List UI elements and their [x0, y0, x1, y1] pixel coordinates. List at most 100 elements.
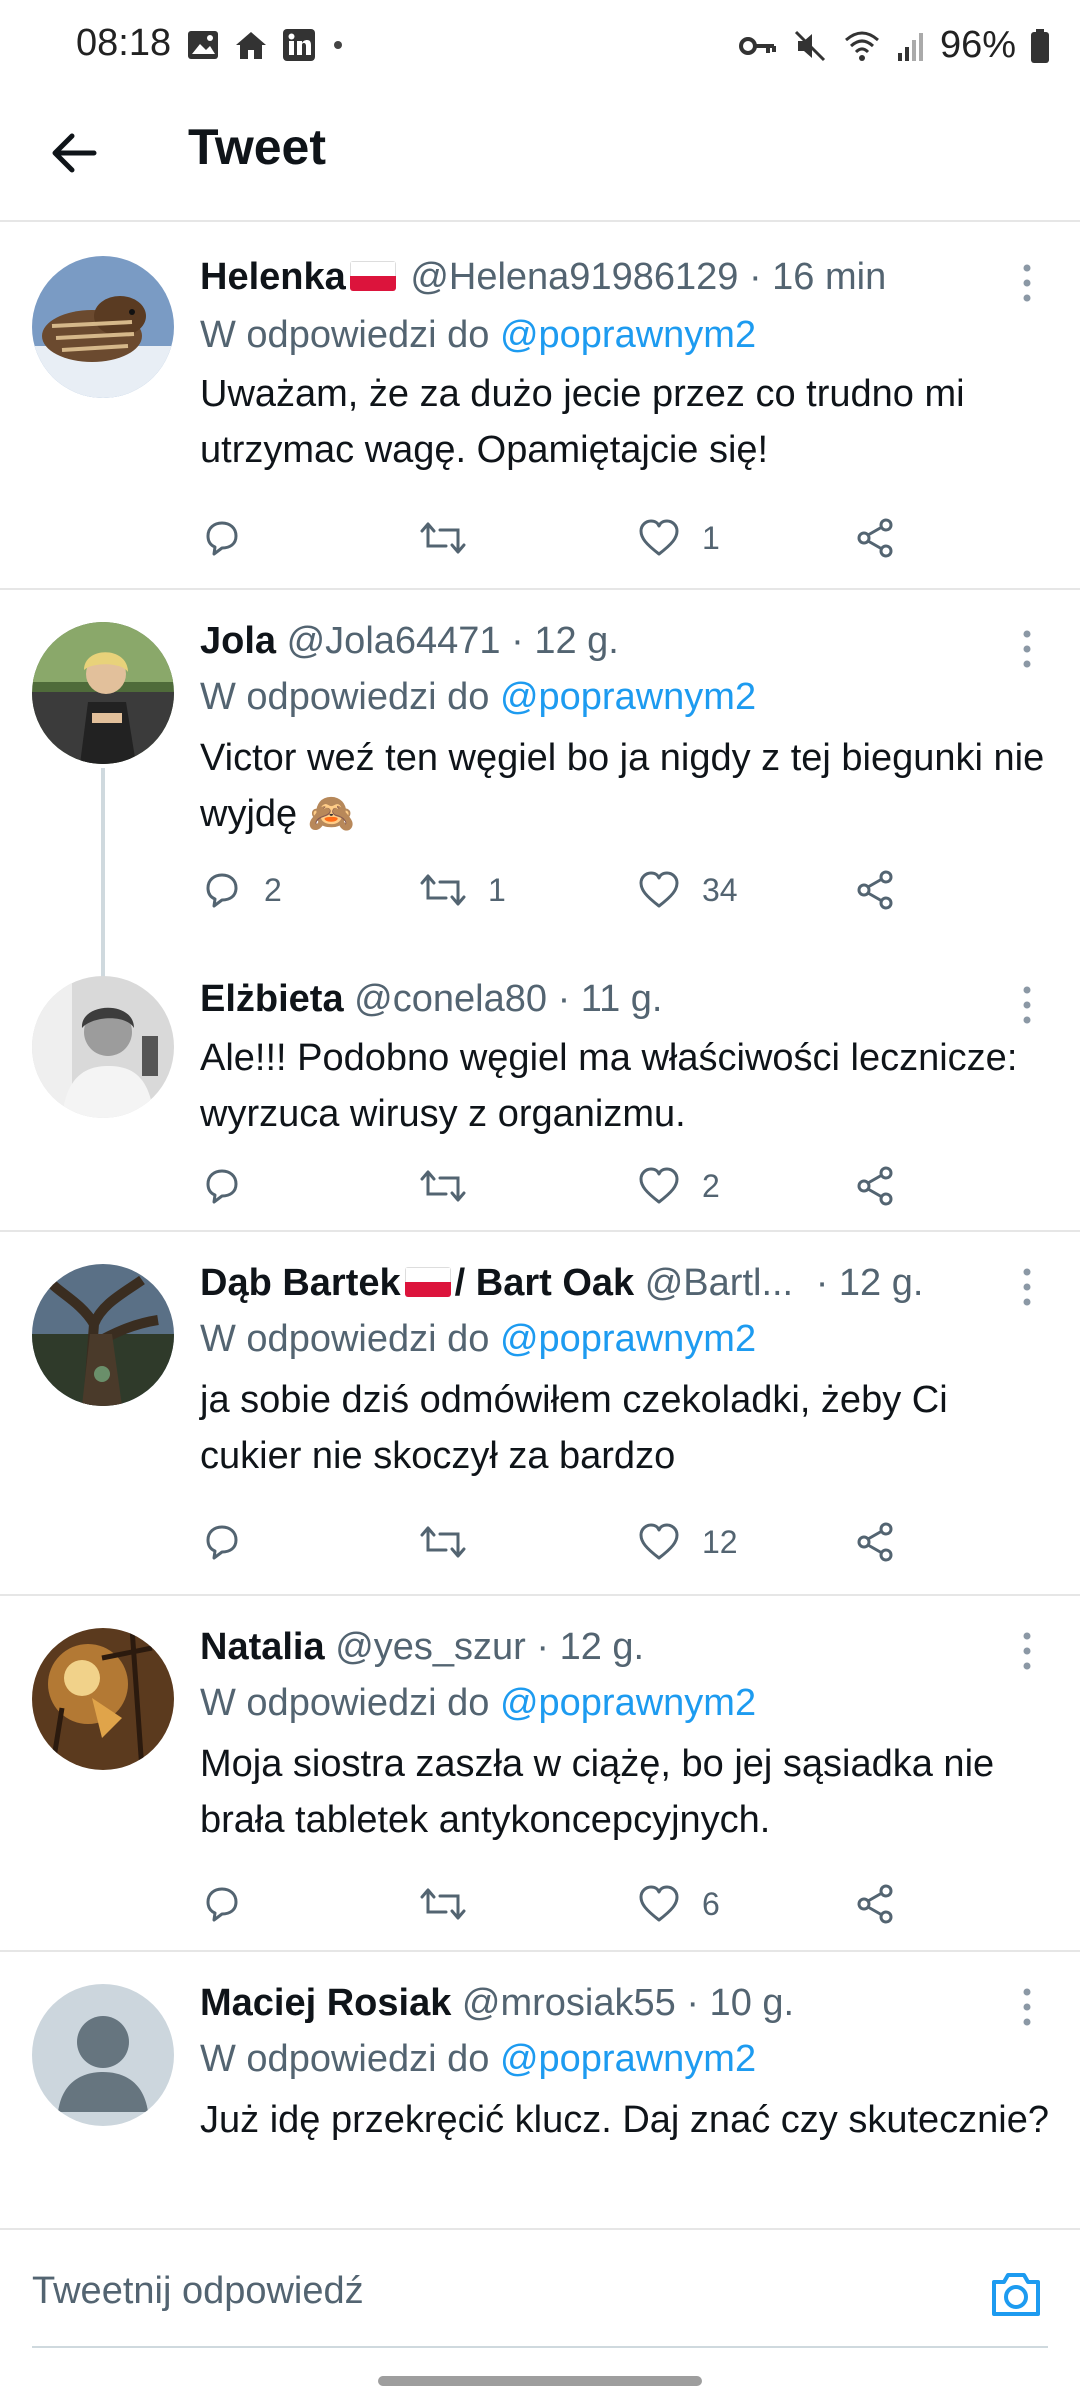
camera-icon[interactable]: [986, 2264, 1046, 2324]
heart-icon: [639, 871, 679, 908]
tweet-text: Moja siostra zaszła w ciążę, bo jej sąsi…: [200, 1743, 995, 1841]
retweet-icon: [420, 1888, 466, 1920]
tweet-time: · 12 g.: [536, 1626, 645, 1668]
status-time: 08:18: [76, 22, 172, 64]
retweet-button[interactable]: 1: [418, 860, 506, 920]
reply-composer: Tweetnij odpowiedź: [0, 2228, 1080, 2360]
mute-icon: [794, 30, 825, 61]
more-options-icon[interactable]: [1012, 1262, 1042, 1312]
retweet-button[interactable]: [418, 508, 488, 568]
reply-button[interactable]: [200, 1874, 264, 1934]
mention-link[interactable]: @poprawnym2: [500, 676, 756, 718]
reply-context: W odpowiedzi do @poprawnym2: [200, 2038, 757, 2080]
like-button[interactable]: 2: [636, 1156, 720, 1216]
share-icon: [857, 1166, 893, 1206]
reply-button[interactable]: [200, 508, 264, 568]
more-options-icon[interactable]: [1012, 1626, 1042, 1676]
tweet-actions: 1: [200, 508, 1030, 568]
mention-link[interactable]: @poprawnym2: [500, 2038, 756, 2080]
author-handle[interactable]: @mrosiak55: [462, 1982, 676, 2024]
more-options-icon[interactable]: [1012, 624, 1042, 674]
tweet-actions: 6: [200, 1874, 1030, 1934]
author-handle[interactable]: @Bartl...: [645, 1262, 793, 1304]
tweet-time: · 12 g.: [511, 620, 619, 662]
author-name-suffix[interactable]: / Bart Oak: [455, 1262, 635, 1304]
retweet-icon: [420, 874, 466, 906]
divider: [0, 1594, 1080, 1596]
tweet-text: Victor weź ten węgiel bo ja nigdy z tej …: [200, 737, 1045, 835]
retweet-button[interactable]: [418, 1874, 488, 1934]
like-button[interactable]: 12: [636, 1512, 738, 1572]
like-button[interactable]: 1: [636, 508, 720, 568]
reply-context: W odpowiedzi do @poprawnym2: [200, 1318, 757, 1360]
author-name[interactable]: Natalia: [200, 1626, 325, 1668]
share-icon: [857, 870, 893, 910]
retweet-icon: [420, 522, 466, 554]
reply-context: W odpowiedzi do @poprawnym2: [200, 676, 757, 718]
reply-button[interactable]: 2: [200, 860, 282, 920]
author-name[interactable]: Dąb Bartek: [200, 1262, 401, 1304]
avatar[interactable]: [32, 1628, 174, 1770]
poland-flag-icon: [404, 1266, 451, 1297]
avatar[interactable]: [32, 976, 174, 1118]
like-button[interactable]: 6: [636, 1874, 720, 1934]
share-button[interactable]: [854, 860, 898, 920]
retweet-button[interactable]: [418, 1512, 488, 1572]
author-name[interactable]: Elżbieta: [200, 978, 344, 1020]
linkedin-icon: [283, 29, 315, 61]
author-handle[interactable]: @conela80: [354, 978, 547, 1020]
more-options-icon[interactable]: [1012, 980, 1042, 1030]
author-name[interactable]: Jola: [200, 620, 276, 662]
battery-level: 96%: [939, 24, 1016, 66]
mention-link[interactable]: @poprawnym2: [500, 1318, 756, 1360]
share-button[interactable]: [854, 1156, 898, 1216]
author-handle[interactable]: @Jola64471: [287, 620, 501, 662]
retweet-icon: [420, 1170, 466, 1202]
home-icon: [236, 32, 266, 59]
mention-link[interactable]: @poprawnym2: [500, 314, 756, 356]
back-arrow-icon[interactable]: [42, 120, 108, 186]
share-icon: [857, 1522, 893, 1562]
gallery-icon: [188, 31, 218, 59]
reply-input[interactable]: Tweetnij odpowiedź: [32, 2270, 364, 2313]
heart-icon: [639, 519, 679, 556]
heart-icon: [639, 1167, 679, 1204]
tweet-time: · 11 g.: [557, 978, 663, 1020]
author-handle[interactable]: @Helena91986129: [410, 256, 738, 298]
dot-icon: [334, 41, 342, 49]
retweet-button[interactable]: [418, 1156, 488, 1216]
avatar[interactable]: [32, 256, 174, 398]
retweet-count: 1: [488, 871, 506, 908]
reply-button[interactable]: [200, 1512, 264, 1572]
vpn-key-icon: [738, 36, 776, 55]
author-name[interactable]: Helenka: [200, 256, 346, 298]
author-handle[interactable]: @yes_szur: [335, 1626, 526, 1668]
tweet-time: · 16 min: [748, 256, 887, 298]
tweet-text: Ale!!! Podobno węgiel ma właściwości lec…: [200, 1037, 1018, 1135]
avatar[interactable]: [32, 1984, 174, 2126]
tweet-time: · 10 g.: [686, 1982, 795, 2024]
share-button[interactable]: [854, 1512, 898, 1572]
author-name[interactable]: Maciej Rosiak: [200, 1982, 451, 2024]
reply-icon: [206, 1525, 238, 1560]
thread-line: [101, 768, 105, 978]
status-bar: 08:18 96%: [0, 0, 1080, 96]
share-button[interactable]: [854, 508, 898, 568]
tweet-text: Już idę przekręcić klucz. Daj znać czy s…: [200, 2099, 1049, 2141]
share-icon: [857, 1884, 893, 1924]
more-options-icon[interactable]: [1012, 1982, 1042, 2032]
tweet-text: Uważam, że za dużo jecie przez co trudno…: [200, 373, 965, 471]
more-options-icon[interactable]: [1012, 258, 1042, 308]
share-icon: [857, 518, 893, 558]
share-button[interactable]: [854, 1874, 898, 1934]
mention-link[interactable]: @poprawnym2: [500, 1682, 756, 1724]
like-button[interactable]: 34: [636, 860, 738, 920]
avatar[interactable]: [32, 1264, 174, 1406]
divider: [0, 588, 1080, 590]
avatar[interactable]: [32, 622, 174, 764]
reply-context: W odpowiedzi do @poprawnym2: [200, 1682, 757, 1724]
retweet-icon: [420, 1526, 466, 1558]
gesture-nav-bar[interactable]: [378, 2376, 702, 2386]
like-count: 6: [702, 1885, 720, 1922]
reply-button[interactable]: [200, 1156, 264, 1216]
